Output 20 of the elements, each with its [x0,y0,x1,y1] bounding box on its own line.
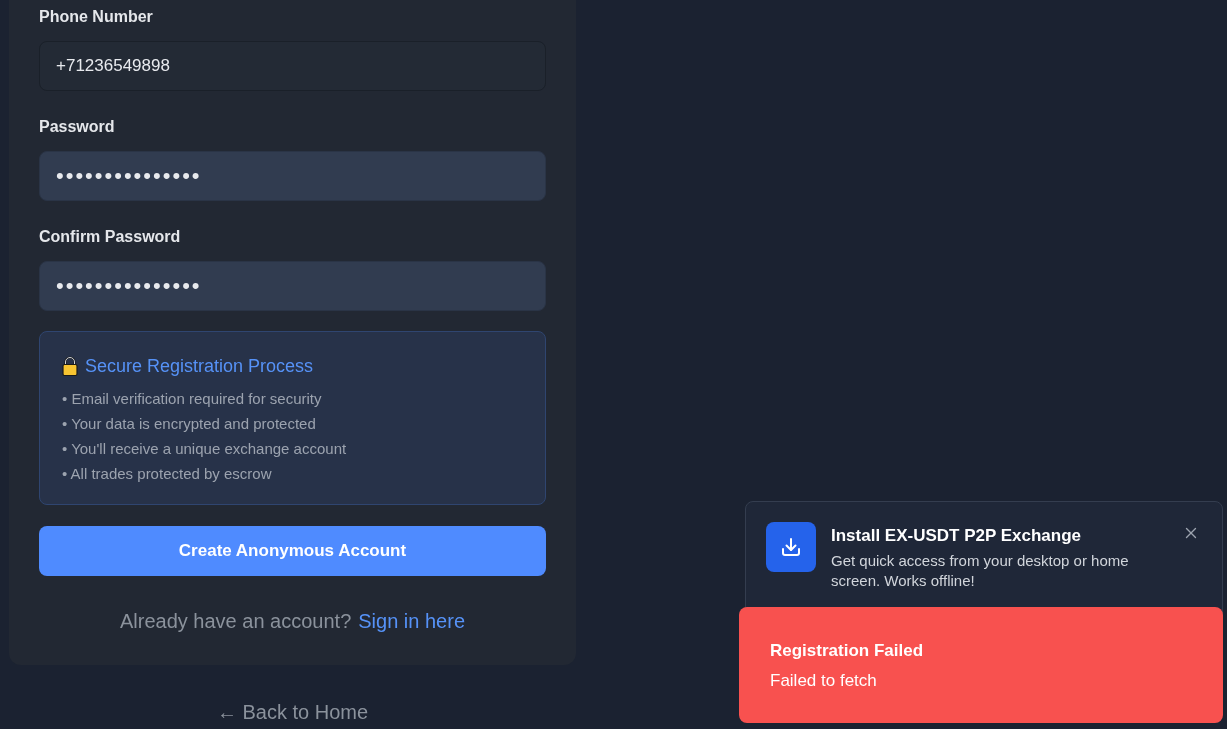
field-label: Password [39,117,116,137]
info-item: • All trades protected by escrow [62,464,273,484]
info-item: • Your data is encrypted and protected [62,414,317,434]
field-label: Confirm Password [39,227,182,247]
install-title: Install EX-USDT P2P Exchange [831,525,1083,547]
back-home-link[interactable]: ← Back to Home [216,698,369,726]
toast-message: Failed to fetch [770,670,878,692]
info-title: Secure Registration Process [85,354,314,378]
password-field[interactable]: ••••••••••••••• [39,151,546,201]
signin-link[interactable]: Sign in here [358,607,465,635]
field-label: Phone Number [39,7,154,27]
toast-title: Registration Failed [770,640,925,662]
password-field[interactable]: ••••••••••••••• [39,261,546,311]
signin-prompt: Already have an account? [120,609,352,634]
info-item: • You'll receive a unique exchange account [62,439,348,459]
info-item: • Email verification required for security [62,389,323,409]
phone-field[interactable]: +71236549898 [39,41,546,91]
install-description: Get quick access from your desktop or home screen. Works offline! [831,551,1130,591]
download-icon [766,522,816,572]
padlock-icon [62,356,78,376]
